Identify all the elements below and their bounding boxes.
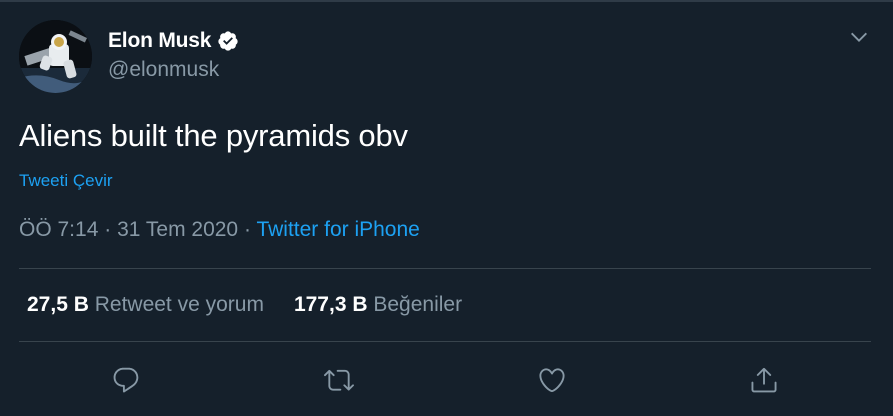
meta-separator: · — [243, 218, 251, 241]
likes-count: 177,3 B — [293, 293, 368, 316]
tweet-stats: 27,5 B Retweet ve yorum 177,3 B Beğenile… — [27, 293, 492, 317]
meta-separator: · — [104, 218, 112, 241]
verified-badge-icon — [218, 31, 238, 51]
reply-icon[interactable] — [111, 365, 141, 395]
author-handle[interactable]: @elonmusk — [108, 58, 219, 82]
tweet-source-link[interactable]: Twitter for iPhone — [256, 218, 419, 241]
like-icon[interactable] — [537, 365, 567, 395]
translate-tweet-link[interactable]: Tweeti Çevir — [19, 171, 113, 191]
divider — [19, 268, 871, 269]
astronaut-spacewalk-avatar-icon — [19, 20, 92, 93]
author-name-row[interactable]: Elon Musk — [108, 28, 239, 54]
avatar[interactable] — [19, 20, 92, 93]
tweet-date[interactable]: 31 Tem 2020 — [117, 218, 238, 241]
likes-stat[interactable]: 177,3 B Beğeniler — [294, 293, 462, 317]
retweets-label: Retweet ve yorum — [94, 293, 264, 316]
share-icon[interactable] — [749, 365, 779, 395]
tweet-time[interactable]: ÖÖ 7:14 — [19, 218, 98, 241]
divider — [19, 341, 871, 342]
likes-label: Beğeniler — [373, 293, 463, 316]
chevron-down-icon[interactable] — [848, 26, 870, 48]
retweets-stat[interactable]: 27,5 B Retweet ve yorum — [27, 293, 264, 317]
top-border — [0, 0, 893, 2]
tweet-text: Aliens built the pyramids obv — [19, 118, 408, 153]
retweet-icon[interactable] — [324, 365, 354, 395]
author-display-name[interactable]: Elon Musk — [108, 29, 211, 53]
tweet-actions-bar — [0, 365, 893, 395]
retweets-count: 27,5 B — [27, 293, 89, 316]
tweet-meta: ÖÖ 7:14 · 31 Tem 2020 · Twitter for iPho… — [19, 218, 420, 242]
